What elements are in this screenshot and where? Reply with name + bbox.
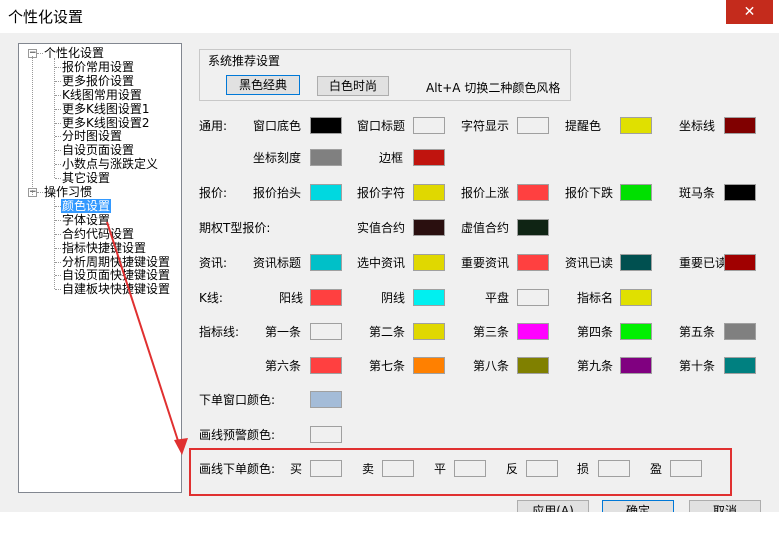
annotation-arrow xyxy=(106,221,188,455)
